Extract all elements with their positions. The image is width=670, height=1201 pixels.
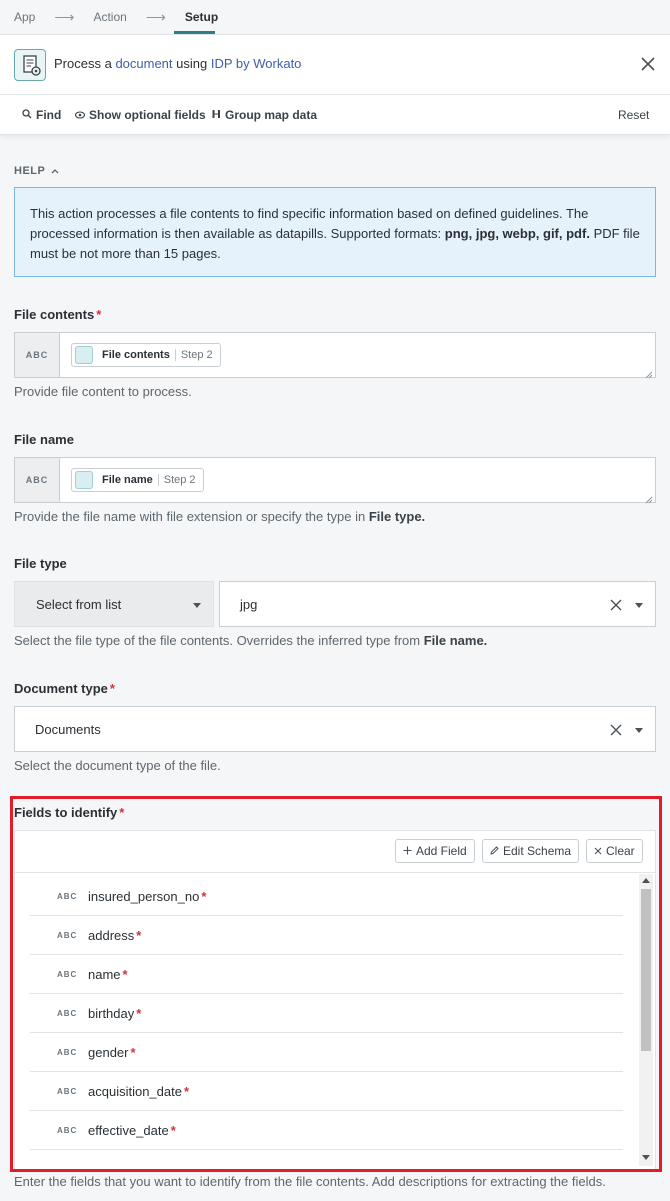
file-name-hint-bold: File type. — [368, 509, 426, 524]
caret-down-icon — [193, 603, 201, 608]
datapill-icon — [75, 346, 93, 364]
chevron-up-icon — [51, 165, 59, 177]
datapill-name: File name — [102, 474, 153, 486]
help-toggle[interactable]: HELP — [14, 165, 59, 177]
title-prefix: Process a — [54, 56, 112, 71]
toolbar: Find Show optional fields Group map data… — [0, 95, 670, 135]
document-type-label: Document type * — [14, 681, 115, 696]
show-optional-label: Show optional fields — [89, 108, 206, 122]
file-type-hint: Select the file type of the file content… — [14, 633, 487, 648]
file-contents-label-text: File contents — [14, 307, 95, 322]
clear-x-icon[interactable] — [610, 599, 622, 611]
file-contents-datapill[interactable]: File contents Step 2 — [71, 343, 221, 367]
file-type-value: jpg — [240, 597, 258, 612]
document-gear-icon — [14, 49, 46, 81]
file-type-label: File type — [14, 556, 67, 571]
document-link[interactable]: document — [115, 56, 172, 71]
eye-icon — [74, 108, 86, 122]
find-label: Find — [36, 108, 62, 122]
file-type-select[interactable]: jpg — [219, 581, 656, 627]
required-mark: * — [109, 681, 115, 696]
file-name-label: File name — [14, 432, 74, 447]
datapill-step: Step 2 — [163, 474, 196, 486]
file-type-hint-text: Select the file type of the file content… — [14, 633, 421, 648]
file-name-hint: Provide the file name with file extensio… — [14, 509, 425, 524]
close-icon[interactable] — [639, 55, 657, 73]
document-type-hint: Select the document type of the file. — [14, 758, 221, 773]
document-type-value: Documents — [35, 722, 101, 737]
arrow-right-icon: ⟶ — [54, 8, 75, 25]
help-label: HELP — [14, 165, 46, 177]
find-button[interactable]: Find — [22, 108, 61, 122]
help-box: This action processes a file contents to… — [14, 187, 656, 277]
step-header: Process a document using IDP by Workato — [0, 34, 670, 95]
datapill-icon — [75, 471, 93, 489]
required-mark: * — [96, 307, 102, 322]
file-contents-input[interactable]: ABC File contents Step 2 — [14, 332, 656, 379]
breadcrumb-action[interactable]: Action — [93, 10, 126, 24]
datapill-step: Step 2 — [180, 349, 213, 361]
file-name-datapill[interactable]: File name Step 2 — [71, 468, 204, 492]
group-icon — [212, 108, 221, 122]
app-link[interactable]: IDP by Workato — [211, 56, 302, 71]
resize-handle-icon[interactable] — [645, 492, 653, 504]
file-type-hint-bold: File name. — [423, 633, 488, 648]
file-name-input[interactable]: ABC File name Step 2 — [14, 457, 656, 504]
file-name-hint-text: Provide the file name with file extensio… — [14, 509, 366, 524]
file-contents-hint: Provide file content to process. — [14, 384, 192, 399]
breadcrumb: App ⟶ Action ⟶ Setup — [0, 0, 670, 34]
arrow-right-icon: ⟶ — [145, 8, 166, 25]
group-map-data-button[interactable]: Group map data — [212, 108, 317, 122]
reset-button[interactable]: Reset — [618, 108, 649, 122]
resize-handle-icon[interactable] — [645, 367, 653, 379]
caret-down-icon[interactable] — [635, 603, 643, 608]
caret-down-icon[interactable] — [635, 728, 643, 733]
step-title: Process a document using IDP by Workato — [54, 56, 301, 71]
document-type-label-text: Document type — [14, 681, 108, 696]
file-contents-label: File contents * — [14, 307, 101, 322]
type-badge[interactable]: ABC — [15, 333, 60, 377]
file-type-mode-value: Select from list — [36, 597, 122, 612]
group-map-label: Group map data — [225, 108, 318, 122]
show-optional-fields-button[interactable]: Show optional fields — [74, 108, 206, 122]
datapill-name: File contents — [102, 349, 170, 361]
file-type-mode-select[interactable]: Select from list — [14, 581, 214, 627]
clear-x-icon[interactable] — [610, 724, 622, 736]
highlight-frame — [10, 796, 662, 1172]
search-icon — [22, 108, 32, 122]
title-middle: using — [176, 56, 208, 71]
breadcrumb-app[interactable]: App — [14, 10, 35, 24]
document-type-select[interactable]: Documents — [14, 706, 656, 752]
fields-to-identify-hint: Enter the fields that you want to identi… — [14, 1174, 606, 1189]
type-badge[interactable]: ABC — [15, 458, 60, 502]
breadcrumb-setup[interactable]: Setup — [185, 10, 218, 24]
help-formats: png, jpg, webp, gif, pdf. — [444, 226, 590, 241]
